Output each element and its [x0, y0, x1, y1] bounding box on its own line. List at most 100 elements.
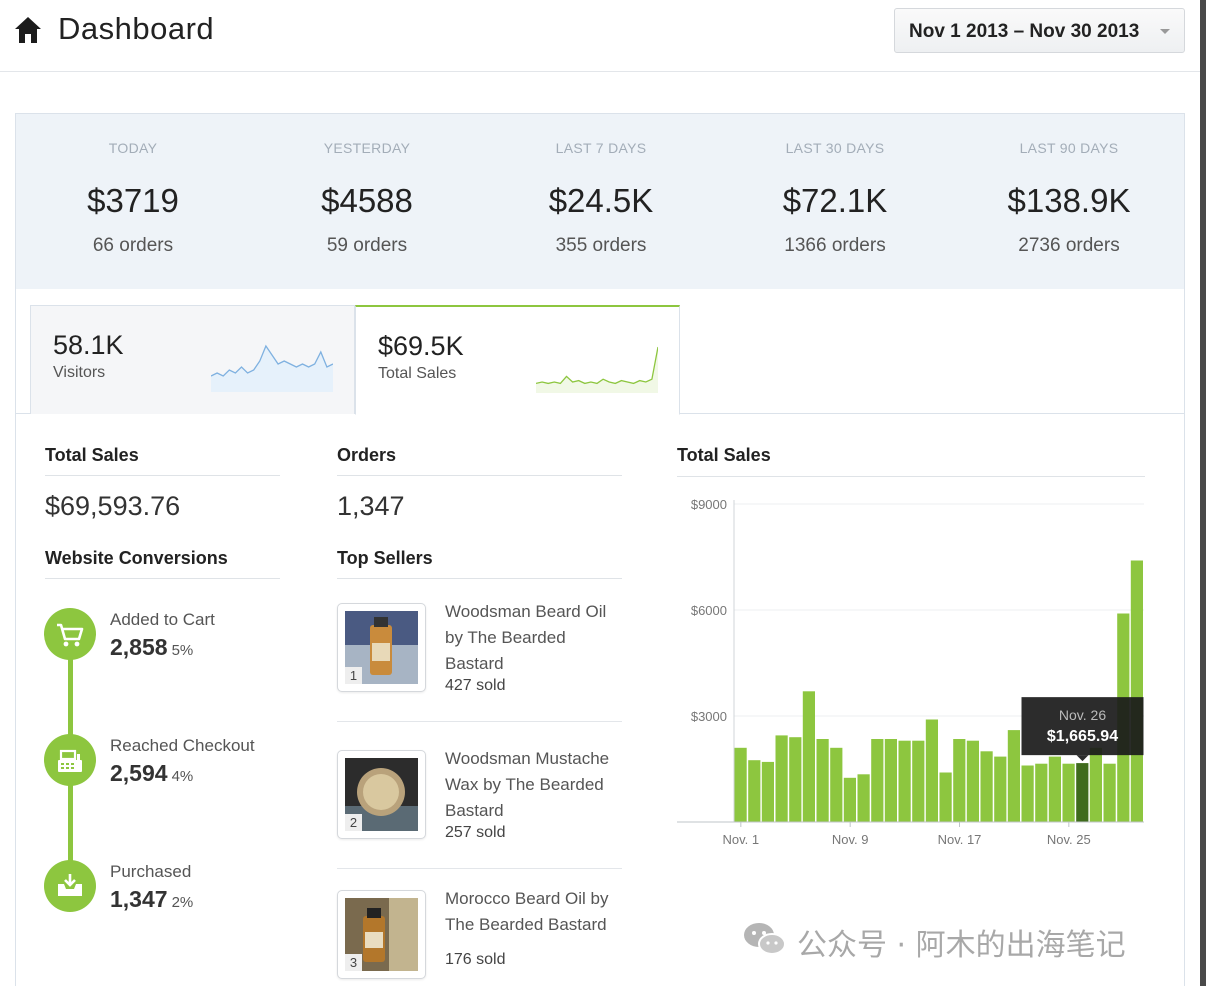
visitors-sparkline: [211, 344, 333, 392]
stat-value: $72.1K: [782, 182, 888, 219]
home-icon[interactable]: [14, 15, 42, 45]
bar[interactable]: [912, 740, 925, 822]
bar[interactable]: [994, 756, 1007, 822]
funnel-step-purchased: [44, 860, 96, 912]
stat-last-30-days: LAST 30 DAYS $72.1K 1366 orders: [718, 114, 952, 257]
funnel-value-checkout: 2,594 4%: [110, 760, 193, 787]
top-sellers-heading: Top Sellers: [337, 548, 433, 568]
tab-visitors[interactable]: 58.1K Visitors: [30, 305, 355, 414]
product-name[interactable]: Morocco Beard Oil by The Bearded Bastard: [445, 886, 625, 938]
top-bar: Dashboard Nov 1 2013 – Nov 30 2013: [0, 0, 1200, 72]
chart-title: Total Sales: [677, 445, 771, 465]
bar[interactable]: [830, 747, 843, 822]
stat-value: $4588: [321, 182, 413, 219]
x-tick-label: Nov. 25: [1047, 832, 1091, 847]
sparkline-line: [536, 346, 658, 385]
bar[interactable]: [1007, 730, 1020, 822]
bar[interactable]: [1130, 560, 1143, 823]
total-sales-sparkline: [536, 346, 658, 393]
bar[interactable]: [1021, 765, 1034, 823]
top-seller-item[interactable]: 1 Woodsman Beard Oil by The Bearded Bast…: [337, 602, 622, 743]
stat-orders: 59 orders: [326, 235, 408, 256]
bar[interactable]: [1048, 756, 1061, 822]
x-tick-label: Nov. 1: [723, 832, 760, 847]
product-name[interactable]: Woodsman Mustache Wax by The Bearded Bas…: [445, 746, 625, 824]
bar[interactable]: [925, 719, 938, 823]
y-tick-label: $3000: [691, 709, 727, 724]
funnel-percent: 2%: [171, 894, 194, 911]
bar[interactable]: [1103, 763, 1116, 822]
bar[interactable]: [1035, 763, 1048, 822]
stat-label: YESTERDAY: [323, 140, 411, 156]
stat-orders: 355 orders: [555, 235, 647, 256]
top-seller-item[interactable]: 2 Woodsman Mustache Wax by The Bearded B…: [337, 749, 622, 890]
bar[interactable]: [816, 739, 829, 822]
total-sales-value: $69,593.76: [45, 491, 181, 521]
bar[interactable]: [775, 735, 788, 822]
bar[interactable]: [802, 691, 815, 822]
stat-last-90-days: LAST 90 DAYS $138.9K 2736 orders: [952, 114, 1186, 257]
product-thumbnail[interactable]: 3: [337, 890, 426, 979]
bar[interactable]: [953, 739, 966, 822]
funnel-value-purchased: 1,347 2%: [110, 886, 193, 913]
stat-orders: 1366 orders: [784, 235, 886, 256]
stat-orders: 66 orders: [92, 235, 174, 256]
chart-tooltip: Nov. 26 $1,665.94: [1021, 697, 1144, 762]
tab-label: Total Sales: [378, 365, 457, 382]
stat-label: LAST 30 DAYS: [785, 140, 885, 156]
tooltip-value: $1,665.94: [1047, 728, 1118, 745]
rank-badge: 2: [345, 814, 362, 831]
product-thumbnail[interactable]: 2: [337, 750, 426, 839]
orders-value: 1,347: [337, 491, 405, 521]
funnel-value-cart: 2,858 5%: [110, 634, 193, 661]
stat-value: $24.5K: [548, 182, 654, 219]
product-name[interactable]: Woodsman Beard Oil by The Bearded Bastar…: [445, 599, 625, 677]
orders-heading: Orders: [337, 445, 397, 465]
divider: [337, 578, 622, 579]
bar[interactable]: [857, 774, 870, 822]
bar[interactable]: [980, 751, 993, 822]
bar[interactable]: [1062, 763, 1075, 822]
bar[interactable]: [734, 747, 747, 822]
bar[interactable]: [884, 739, 897, 822]
y-tick-label: $6000: [691, 603, 727, 618]
bar[interactable]: [748, 760, 761, 822]
bar[interactable]: [1076, 763, 1089, 822]
tab-total-sales[interactable]: $69.5K Total Sales: [355, 305, 680, 415]
bar[interactable]: [789, 737, 802, 822]
stat-label: LAST 7 DAYS: [555, 140, 647, 156]
x-tick-label: Nov. 17: [938, 832, 982, 847]
sparkline-area: [536, 347, 658, 393]
website-conversions-heading: Website Conversions: [45, 548, 228, 568]
tooltip-date: Nov. 26: [1059, 707, 1106, 723]
bar[interactable]: [761, 761, 774, 822]
window-edge: [1200, 0, 1206, 986]
divider: [337, 721, 622, 722]
bar[interactable]: [939, 772, 952, 823]
tab-value: $69.5K: [378, 331, 464, 361]
funnel-count: 1,347: [110, 886, 168, 912]
date-range-label: Nov 1 2013 – Nov 30 2013: [909, 21, 1140, 42]
stat-orders: 2736 orders: [1018, 235, 1120, 256]
top-seller-item[interactable]: 3 Morocco Beard Oil by The Bearded Basta…: [337, 889, 622, 986]
bar[interactable]: [966, 740, 979, 822]
product-sold-count: 427 sold: [445, 677, 506, 694]
x-tick-label: Nov. 9: [832, 832, 869, 847]
funnel-label: Purchased: [110, 862, 192, 881]
inbox-download-icon: [58, 874, 82, 896]
funnel-label: Added to Cart: [110, 610, 215, 629]
product-sold-count: 176 sold: [445, 951, 506, 968]
date-range-picker[interactable]: Nov 1 2013 – Nov 30 2013: [894, 8, 1185, 53]
divider: [337, 475, 622, 476]
bar[interactable]: [871, 739, 884, 822]
total-sales-heading: Total Sales: [45, 445, 139, 465]
bar[interactable]: [898, 740, 911, 822]
total-sales-bar-chart: $9000 $6000 $3000 Nov. 1 Nov. 9 Nov. 17 Nov. 2…: [677, 476, 1145, 847]
bar[interactable]: [843, 777, 856, 822]
bar[interactable]: [1089, 747, 1102, 822]
sparkline-area: [211, 346, 333, 392]
page-title: Dashboard: [58, 11, 215, 46]
funnel-percent: 5%: [171, 642, 194, 659]
summary-stats-panel: TODAY $3719 66 orders YESTERDAY $4588 59…: [15, 113, 1185, 290]
product-thumbnail[interactable]: 1: [337, 603, 426, 692]
